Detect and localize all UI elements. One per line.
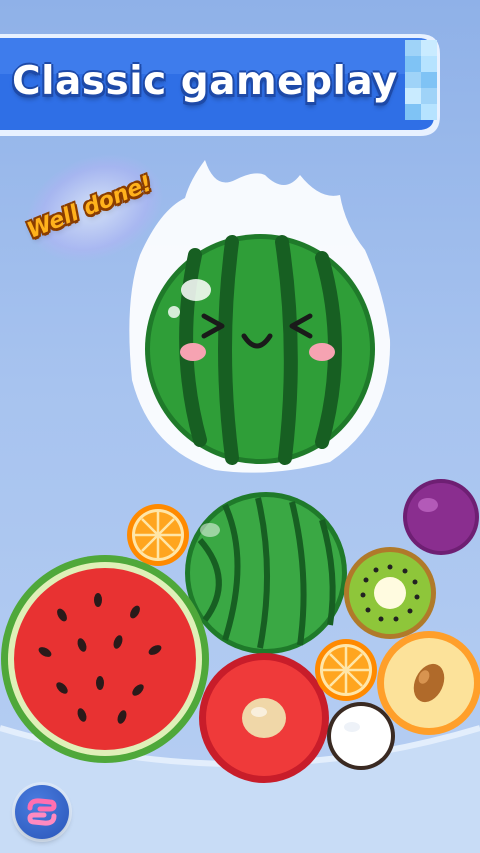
peach-slice	[377, 631, 480, 735]
pitaya-slice	[199, 653, 329, 783]
whole-watermelon	[185, 492, 347, 654]
swap-fruit-button[interactable]	[15, 785, 69, 839]
kiwi-slice	[344, 547, 436, 639]
swap-icon	[27, 798, 57, 826]
game-scene	[0, 160, 480, 853]
orange-slice-small	[127, 504, 189, 566]
dropping-watermelon[interactable]	[129, 160, 391, 473]
cut-watermelon	[1, 555, 209, 763]
plum	[403, 479, 479, 555]
orange-slice	[315, 639, 377, 701]
coconut	[327, 702, 395, 770]
